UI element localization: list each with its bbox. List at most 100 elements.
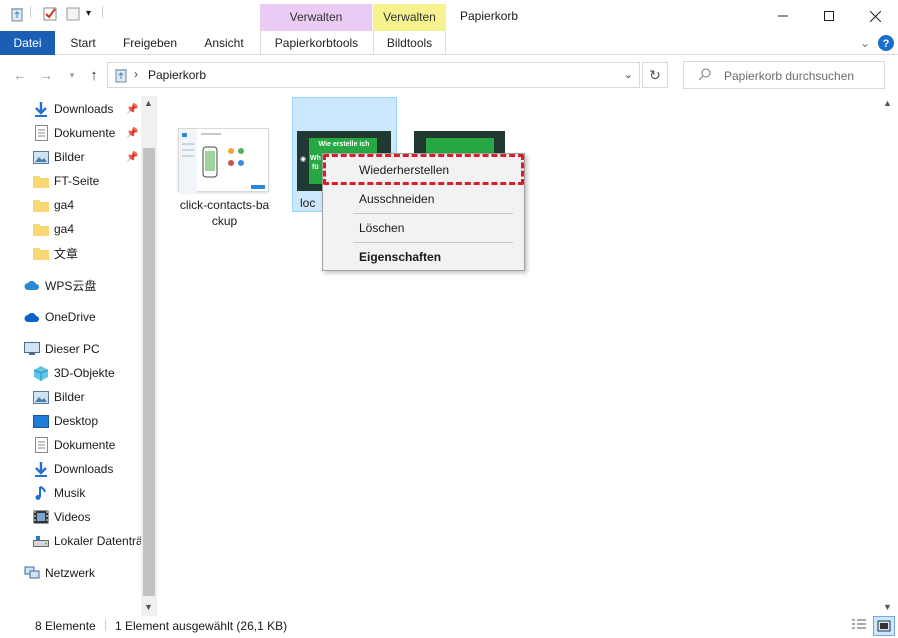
breadcrumb-chevron-icon[interactable]: › [134,67,138,81]
menu-divider [353,242,513,243]
document-icon [33,125,49,141]
toolbar-divider: | [101,4,105,18]
customize-toolbar-icon[interactable]: ▾ [86,8,91,19]
properties-check-icon[interactable] [42,6,58,25]
scroll-up-icon[interactable]: ▲ [883,98,892,108]
close-icon [869,10,881,22]
tab-bildtools[interactable]: Bildtools [373,31,446,55]
nav-item-downloads-pc[interactable]: Downloads [33,458,113,480]
address-dropdown-icon[interactable]: ⌄ [624,68,633,81]
nav-item-label: Dieser PC [45,342,100,356]
nav-item-dokumente[interactable]: Dokumente [33,122,115,144]
nav-scrollbar-thumb[interactable] [143,148,155,596]
music-icon [33,485,49,501]
chevron-down-icon: ▾ [69,69,75,80]
menu-item-cut[interactable]: Ausschneiden [324,187,523,211]
address-bar[interactable]: › Papierkorb ⌄ [107,62,640,88]
maximize-button[interactable] [806,0,852,32]
content-scrollbar[interactable]: ▲ ▼ [880,96,896,616]
nav-item-label: OneDrive [45,310,96,324]
tab-freigeben[interactable]: Freigeben [116,31,184,55]
nav-item-desktop[interactable]: Desktop [33,410,98,432]
scroll-up-icon[interactable]: ▲ [144,98,153,108]
scroll-down-icon[interactable]: ▼ [883,602,892,612]
navigation-pane: Downloads 📌 Dokumente 📌 Bilder 📌 FT-Seit… [0,96,157,616]
menu-divider [353,213,513,214]
forward-button[interactable]: → [36,64,56,86]
highlight-annotation [323,154,524,185]
video-icon [33,509,49,525]
pin-icon[interactable]: 📌 [126,128,138,139]
nav-item-onedrive[interactable]: OneDrive [24,306,96,328]
window-title: Papierkorb [460,9,519,23]
drive-icon [33,533,49,549]
tab-ansicht[interactable]: Ansicht [196,31,252,55]
up-button[interactable]: ↑ [84,64,104,86]
nav-item-bilder[interactable]: Bilder [33,146,85,168]
nav-item-label: Dokumente [54,126,116,140]
nav-item-wenzhang[interactable]: 文章 [33,242,78,264]
back-button[interactable]: ← [10,64,30,86]
pictures-icon [33,389,49,405]
expand-ribbon-icon[interactable]: ⌄ [855,31,875,55]
nav-item-label: Netzwerk [45,566,96,580]
nav-item-wps-cloud[interactable]: WPS云盘 [24,274,96,296]
nav-item-this-pc[interactable]: Dieser PC [24,338,100,360]
nav-item-ft-seite[interactable]: FT-Seite [33,170,99,192]
refresh-button[interactable]: ↻ [642,62,668,88]
tab-datei[interactable]: Datei [0,31,55,55]
app-screenshot-thumbnail-icon [179,129,265,193]
nav-item-downloads[interactable]: Downloads [33,98,113,120]
nav-item-label: 文章 [54,246,79,261]
onedrive-icon [24,309,40,325]
cloud-icon [24,277,40,293]
nav-item-music[interactable]: Musik [33,482,85,504]
large-icons-view-button[interactable] [873,616,895,636]
new-folder-icon[interactable] [65,6,81,25]
nav-item-label: Bilder [54,390,85,404]
nav-item-ga4[interactable]: ga4 [33,194,74,216]
tab-start[interactable]: Start [60,31,106,55]
close-button[interactable] [852,0,898,32]
minimize-button[interactable] [760,0,806,32]
tab-papierkorbtools[interactable]: Papierkorbtools [260,31,372,55]
maximize-icon [824,11,834,21]
scroll-down-icon[interactable]: ▼ [144,602,153,612]
nav-item-ga4[interactable]: ga4 [33,218,74,240]
ribbon-tabs: Datei Start Freigeben Ansicht Papierkorb… [0,31,898,55]
recent-locations-button[interactable]: ▾ [62,64,82,86]
context-tab-manage-picture[interactable]: Verwalten [373,4,446,31]
title-bar: | ▾ | Verwalten Verwalten Papierkorb [0,0,898,32]
file-name-label[interactable]: click-contacts-ba ckup [172,197,277,229]
details-view-button[interactable] [851,618,867,635]
forward-arrow-icon: → [39,67,53,83]
help-button[interactable]: ? [877,31,895,55]
folder-icon [33,173,49,189]
nav-item-label: ga4 [54,198,75,212]
search-input[interactable]: Papierkorb durchsuchen [683,61,885,89]
nav-item-videos[interactable]: Videos [33,506,90,528]
nav-item-network[interactable]: Netzwerk [24,562,95,584]
pin-icon[interactable]: 📌 [126,104,138,115]
menu-item-properties[interactable]: Eigenschaften [324,245,523,269]
nav-item-local-drive[interactable]: Lokaler Datenträ [33,530,143,552]
nav-item-pictures[interactable]: Bilder [33,386,85,408]
nav-item-label: Musik [54,486,86,500]
desktop-icon [33,413,49,429]
context-tab-manage-recycle[interactable]: Verwalten [260,4,372,31]
status-divider: | [104,617,108,631]
nav-item-label: Desktop [54,414,99,428]
nav-item-label: Dokumente [54,438,116,452]
recycle-bin-icon [113,67,129,86]
computer-icon [24,341,40,357]
nav-item-3d-objects[interactable]: 3D-Objekte [33,362,115,384]
pin-icon[interactable]: 📌 [126,152,138,163]
toolbar-divider: | [29,4,33,18]
menu-item-delete[interactable]: Löschen [324,216,523,240]
nav-item-label: ga4 [54,222,75,236]
nav-item-documents[interactable]: Dokumente [33,434,115,456]
3d-objects-icon [33,365,49,381]
breadcrumb[interactable]: Papierkorb [148,68,206,82]
thumbnail-text: Wh [310,155,321,162]
file-thumbnail[interactable] [178,128,269,193]
